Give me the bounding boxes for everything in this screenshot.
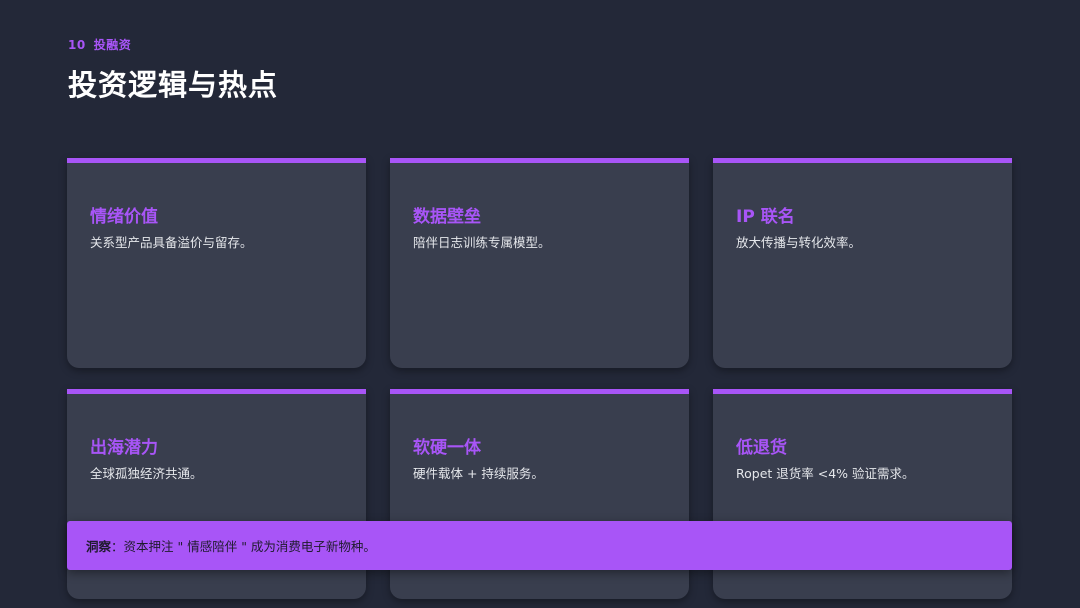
card-title: 软硬一体: [413, 438, 481, 458]
card-title: 数据壁垒: [413, 207, 481, 227]
card-description: 关系型产品具备溢价与留存。: [90, 235, 253, 250]
card-description: 陪伴日志训练专属模型。: [413, 235, 551, 250]
card-ip-collab: IP 联名 放大传播与转化效率。: [713, 158, 1012, 368]
section-name: 投融资: [93, 38, 132, 52]
card-description: Ropet 退货率 <4% 验证需求。: [736, 466, 915, 481]
card-emotional-value: 情绪价值 关系型产品具备溢价与留存。: [67, 158, 366, 368]
card-accent-bar: [67, 158, 366, 163]
insight-separator: ：: [111, 539, 124, 554]
insight-text: 资本押注 " 情感陪伴 " 成为消费电子新物种。: [123, 539, 376, 554]
card-title: IP 联名: [736, 207, 795, 227]
insight-label: 洞察: [86, 539, 112, 554]
card-title: 情绪价值: [90, 207, 158, 227]
card-title: 低退货: [736, 438, 787, 458]
slide: 10 投融资 投资逻辑与热点 情绪价值 关系型产品具备溢价与留存。 数据壁垒 陪伴…: [0, 0, 1080, 608]
card-accent-bar: [713, 158, 1012, 163]
card-description: 全球孤独经济共通。: [90, 466, 203, 481]
insight-bar: 洞察：资本押注 " 情感陪伴 " 成为消费电子新物种。: [67, 521, 1012, 570]
section-label: 10 投融资: [68, 36, 131, 53]
section-number: 10: [68, 38, 86, 52]
card-accent-bar: [390, 389, 689, 394]
card-data-barrier: 数据壁垒 陪伴日志训练专属模型。: [390, 158, 689, 368]
card-accent-bar: [713, 389, 1012, 394]
page-title: 投资逻辑与热点: [68, 68, 279, 102]
card-description: 硬件载体 + 持续服务。: [413, 466, 544, 481]
card-accent-bar: [67, 389, 366, 394]
card-description: 放大传播与转化效率。: [736, 235, 862, 250]
card-accent-bar: [390, 158, 689, 163]
card-title: 出海潜力: [90, 438, 158, 458]
